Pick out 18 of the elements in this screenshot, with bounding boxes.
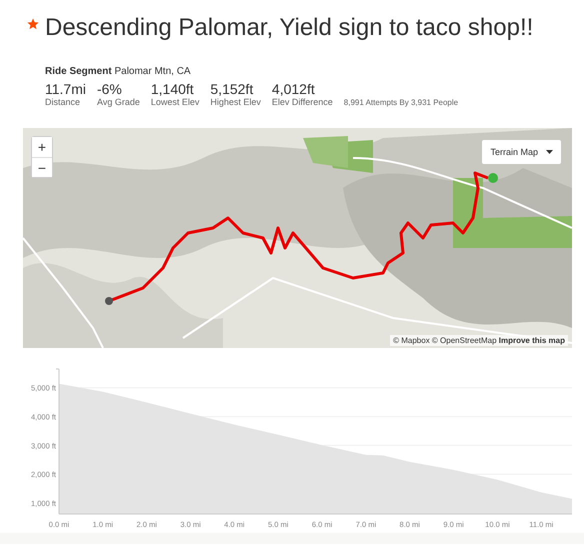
map-type-button[interactable]: Terrain Map: [482, 140, 561, 164]
attempts-count: 8,991 Attempts By 3,931 People: [344, 97, 458, 108]
stat-value: -6%: [96, 81, 123, 97]
stat-label: Lowest Elev: [150, 97, 200, 108]
stat-label: Distance: [45, 97, 82, 108]
segment-type: Ride Segment Palomar Mtn, CA: [45, 66, 192, 78]
stat-label: Elev Difference: [272, 97, 333, 108]
map-attribution: © Mapbox © OpenStreetMap Improve this map: [390, 335, 568, 346]
stat-value: 5,152ft: [210, 81, 254, 97]
stat-label: Avg Grade: [96, 97, 140, 108]
stat-label: Highest Elev: [210, 97, 261, 108]
stat-value: 11.7mi: [45, 81, 86, 97]
segment-title: Descending Palomar, Yield sign to taco shop!!: [45, 14, 534, 42]
stat-value: 4,012ft: [272, 81, 316, 97]
star-icon[interactable]: [27, 18, 39, 30]
caret-icon: [546, 150, 553, 154]
zoom-out-button[interactable]: −: [32, 157, 52, 177]
stat-value: 1,140ft: [150, 81, 195, 97]
